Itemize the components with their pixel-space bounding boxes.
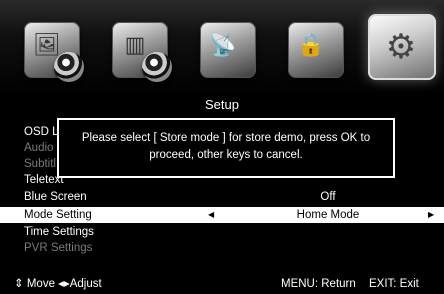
channel-icon: 📡 bbox=[209, 32, 237, 58]
tv-setup-screen: 🖼 ▥ 📡 🔒 ⚙ Setup OSD L Audio Subtitl Tele… bbox=[0, 0, 444, 294]
menu-row-pvr-settings[interactable]: PVR Settings bbox=[0, 240, 444, 256]
exit-hint: EXIT: Exit bbox=[369, 278, 419, 290]
lock-menu-tab[interactable]: 🔒 bbox=[288, 22, 344, 78]
speaker-disc-icon bbox=[142, 52, 172, 82]
arrow-right-icon[interactable]: ▶ bbox=[428, 207, 434, 223]
row-label: Time Settings bbox=[24, 226, 94, 238]
row-label: Audio bbox=[24, 142, 54, 154]
dialog-line-2: proceed, other keys to cancel. bbox=[149, 149, 303, 161]
menu-category-bar: 🖼 ▥ 📡 🔒 ⚙ bbox=[0, 0, 444, 96]
setup-gear-icon: ⚙ bbox=[385, 27, 417, 67]
menu-row-mode-setting[interactable]: Mode Setting ◀ Home Mode ▶ bbox=[0, 207, 444, 223]
picture-menu-tab[interactable]: 🖼 bbox=[24, 22, 84, 82]
row-label: PVR Settings bbox=[24, 242, 93, 254]
sound-menu-tab[interactable]: ▥ bbox=[112, 22, 172, 82]
menu-row-time-settings[interactable]: Time Settings bbox=[0, 224, 444, 240]
dialog-line-1: Please select [ Store mode ] for store d… bbox=[81, 132, 371, 144]
navigation-hint: ⇕ Move ◂▸Adjust bbox=[14, 274, 102, 294]
row-label: Blue Screen bbox=[24, 191, 87, 203]
store-mode-dialog: Please select [ Store mode ] for store d… bbox=[57, 118, 395, 178]
up-down-arrow-icon: ⇕ bbox=[14, 278, 24, 290]
menu-return-hint: MENU: Return bbox=[281, 278, 356, 290]
menu-title: Setup bbox=[205, 97, 239, 112]
row-value: Home Mode bbox=[296, 209, 360, 221]
move-hint: Move bbox=[26, 278, 55, 290]
channel-menu-tab[interactable]: 📡 bbox=[200, 22, 256, 78]
row-value: Off bbox=[320, 191, 336, 203]
row-label: Subtitl bbox=[24, 158, 56, 170]
menu-row-blue-screen[interactable]: Blue Screen Off bbox=[0, 189, 444, 205]
footer-hints: ⇕ Move ◂▸Adjust MENU: Return EXIT: Exit bbox=[0, 274, 444, 294]
left-right-arrow-icon: ◂▸ bbox=[58, 278, 70, 290]
speaker-disc-icon bbox=[54, 52, 84, 82]
row-label: OSD L bbox=[24, 126, 59, 138]
setup-menu-tab[interactable]: ⚙ bbox=[368, 14, 436, 80]
lock-icon: 🔒 bbox=[297, 32, 325, 58]
row-label: Mode Setting bbox=[24, 209, 92, 221]
arrow-left-icon[interactable]: ◀ bbox=[208, 207, 214, 223]
adjust-hint: Adjust bbox=[69, 278, 102, 290]
